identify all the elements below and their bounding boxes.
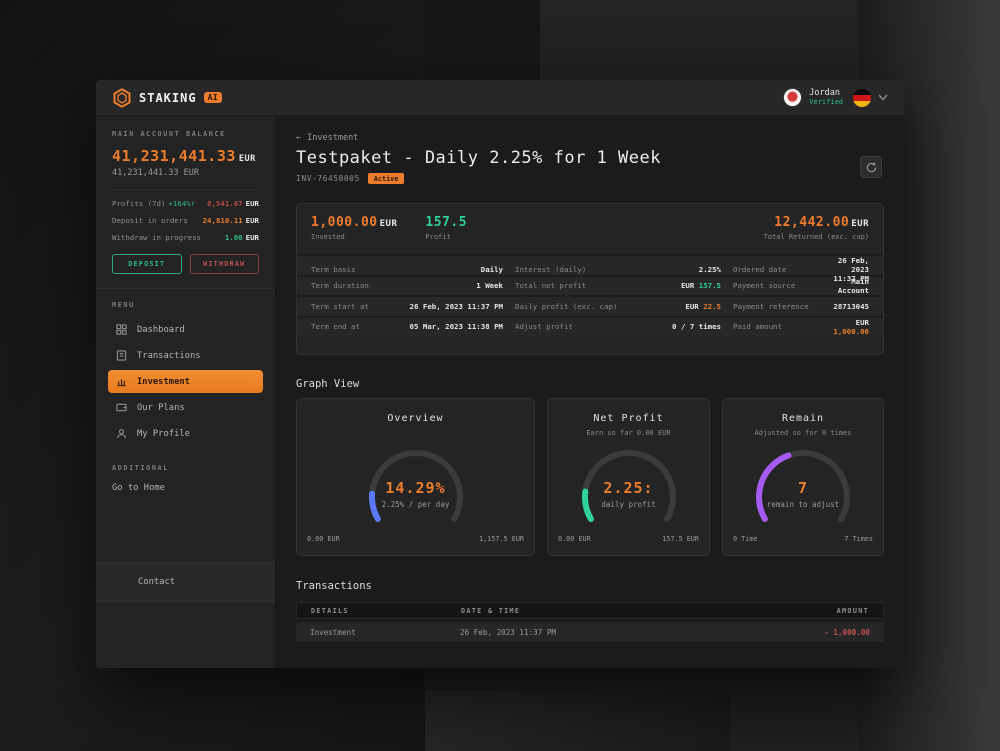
user-menu[interactable]: Jordan Verified (783, 88, 843, 107)
stat-withdraw-in-progress: Withdraw in progress 1.00 EUR (112, 233, 259, 242)
gauge-max-label: 1,157.5 EUR (479, 535, 524, 543)
profile-icon (116, 428, 127, 439)
detail-row: Term basis Daily Interest (daily) 2.25% … (297, 254, 883, 275)
user-verified-status: Verified (809, 98, 843, 107)
page-title: Testpaket - Daily 2.25% for 1 Week (296, 148, 661, 168)
gauge-card-net-profit: Net Profit Earn so far 0.00 EUR 2.25: da… (547, 398, 710, 556)
invoice-number: INV-76458005 (296, 174, 360, 183)
refresh-icon (866, 162, 877, 173)
sidebar-item-transactions[interactable]: Transactions (108, 344, 263, 367)
top-bar: STAKING AI Jordan Verified (96, 80, 904, 116)
transactions-heading: Transactions (296, 580, 372, 592)
sidebar: MAIN ACCOUNT BALANCE 41,231,441.33EUR 41… (96, 116, 276, 668)
breadcrumb[interactable]: ← Investment (296, 133, 358, 143)
sidebar-item-our-plans[interactable]: Our Plans (108, 396, 263, 419)
main-content: ← Investment Testpaket - Daily 2.25% for… (276, 116, 904, 668)
additional-label: ADDITIONAL (112, 464, 259, 472)
gauge-card-remain: Remain Adjusted so for 0 times 7 remain … (722, 398, 884, 556)
investment-summary-card: 1,000.00EUR Invested 157.5 Profit 12,442… (296, 203, 884, 355)
detail-row: Term start at 26 Feb, 2023 11:37 PM Dail… (297, 295, 883, 316)
app-window: STAKING AI Jordan Verified MAIN ACCOUNT … (96, 80, 904, 668)
chevron-down-icon (878, 94, 888, 101)
transactions-table-header: DETAILS DATE & TIME AMOUNT (296, 602, 884, 619)
gauge-max-label: 157.5 EUR (662, 535, 699, 543)
transaction-amount: - 1,000.00 (750, 628, 870, 637)
divider (112, 189, 259, 190)
gauge-value: 7 (723, 479, 883, 497)
profit-delta: +164%↑ (168, 199, 195, 208)
invested-summary: 1,000.00EUR Invested (311, 215, 397, 254)
background-panel (425, 690, 730, 751)
gauge-max-label: 7 Times (844, 535, 873, 543)
brand-logo[interactable]: STAKING AI (112, 88, 222, 108)
detail-row: Term duration 1 Week Total net profit EU… (297, 275, 883, 296)
balance-label: MAIN ACCOUNT BALANCE (112, 130, 259, 138)
gauge-min-label: 0.00 EUR (558, 535, 591, 543)
secondary-balance: 41,231,441.33 EUR (112, 168, 259, 178)
stat-deposit-in-orders: Deposit in orders 24,810.11 EUR (112, 216, 259, 225)
avatar (783, 88, 802, 107)
sidebar-item-investment[interactable]: Investment (108, 370, 263, 393)
deposit-button[interactable]: DEPOSIT (112, 254, 182, 274)
gauge-min-label: 0.00 EUR (307, 535, 340, 543)
graph-view-heading: Graph View (296, 378, 359, 390)
sidebar-item-my-profile[interactable]: My Profile (108, 422, 263, 445)
contact-link[interactable]: Contact (96, 562, 275, 602)
back-arrow-icon: ← (296, 133, 301, 143)
user-name: Jordan (809, 88, 843, 99)
main-balance: 41,231,441.33EUR (112, 147, 259, 165)
profit-summary: 157.5 Profit (425, 215, 467, 254)
total-returned-summary: 12,442.00EUR Total Returned (exc. cap) (764, 215, 869, 254)
gauge-card-overview: Overview 14.29% 2.25% / per day 0.00 EUR… (296, 398, 535, 556)
withdraw-button[interactable]: WITHDRAW (190, 254, 260, 274)
gauge-value: 14.29% (297, 479, 534, 497)
status-badge: Active (368, 173, 405, 184)
sidebar-item-dashboard[interactable]: Dashboard (108, 318, 263, 341)
gauge-caption: 2.25% / per day (297, 500, 534, 509)
menu-label: MENU (108, 301, 263, 309)
brand-badge: AI (204, 92, 223, 103)
hexagon-logo-icon (112, 88, 132, 108)
envelope-icon (116, 577, 128, 587)
go-to-home-link[interactable]: Go to Home (112, 483, 259, 493)
dashboard-icon (116, 324, 127, 335)
gauge-min-label: 0 Time (733, 535, 758, 543)
gauge-caption: daily profit (548, 500, 709, 509)
gauge-caption: remain to adjust (723, 500, 883, 509)
plans-icon (116, 402, 127, 413)
gauge-value: 2.25: (548, 479, 709, 497)
transactions-table: DETAILS DATE & TIME AMOUNT Investment 26… (296, 602, 884, 642)
detail-row: Term end at 05 Mar, 2023 11:38 PM Adjust… (297, 316, 883, 337)
investment-icon (116, 376, 127, 387)
table-row[interactable]: Investment 26 Feb, 2023 11:37 PM - 1,000… (296, 622, 884, 642)
refresh-button[interactable] (860, 156, 882, 178)
stat-profits-7d: Profits (7d) +164%↑ 8,541.67 EUR (112, 199, 259, 208)
german-flag-icon (853, 89, 871, 107)
language-selector[interactable] (853, 89, 888, 107)
transactions-icon (116, 350, 127, 361)
brand-name: STAKING (139, 91, 197, 105)
